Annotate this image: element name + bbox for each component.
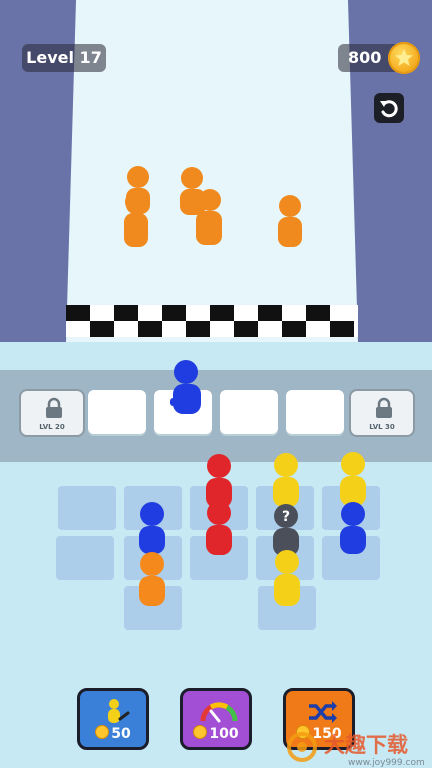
merge-slot[interactable] bbox=[286, 390, 344, 434]
locked-slot-right[interactable]: LVL 30 bbox=[349, 389, 415, 437]
grid-tile[interactable] bbox=[322, 486, 380, 530]
undo-icon bbox=[380, 100, 398, 118]
grid-tile[interactable] bbox=[256, 536, 314, 580]
finish-line bbox=[66, 305, 358, 337]
merge-slot[interactable] bbox=[220, 390, 278, 434]
coin-icon bbox=[193, 725, 208, 739]
add-unit-price: 50 bbox=[111, 726, 131, 742]
grid-tile[interactable] bbox=[190, 486, 248, 530]
undo-button[interactable] bbox=[374, 93, 404, 123]
lock-icon bbox=[46, 397, 62, 418]
grid-tile[interactable] bbox=[58, 486, 116, 530]
upgrade-price: 100 bbox=[209, 726, 239, 742]
coin-icon bbox=[388, 42, 420, 74]
grid-tile[interactable] bbox=[190, 536, 248, 580]
level-indicator: Level 17 bbox=[22, 44, 106, 72]
add-unit-button[interactable]: 50 bbox=[77, 688, 149, 750]
grid-tile[interactable] bbox=[258, 586, 316, 630]
merge-slot[interactable] bbox=[154, 390, 212, 434]
enemy-unit bbox=[278, 195, 302, 247]
grid-tile[interactable] bbox=[56, 536, 114, 580]
upgrade-button[interactable]: 100 bbox=[180, 688, 252, 750]
shuffle-icon bbox=[309, 701, 337, 723]
game-scene: Level 17 800 LVL 20 LVL 30 ? 50 100 150 … bbox=[0, 0, 432, 768]
watermark: 大趣下载 www.joy999.com bbox=[282, 727, 432, 768]
enemy-unit bbox=[124, 191, 148, 247]
add-unit-icon bbox=[108, 699, 130, 723]
watermark-logo: 大趣下载 www.joy999.com bbox=[287, 732, 425, 768]
enemy-unit bbox=[196, 189, 222, 245]
grid-tile[interactable] bbox=[256, 486, 314, 530]
lock-level-label: LVL 30 bbox=[369, 423, 395, 431]
coin-icon bbox=[95, 725, 110, 739]
grid-tile[interactable] bbox=[322, 536, 380, 580]
enemy-unit bbox=[180, 167, 206, 215]
lock-level-label: LVL 20 bbox=[39, 423, 65, 431]
watermark-url: www.joy999.com bbox=[348, 758, 425, 768]
locked-slot-left[interactable]: LVL 20 bbox=[19, 389, 85, 437]
merge-slot[interactable] bbox=[88, 390, 146, 434]
speedometer-icon bbox=[200, 702, 238, 723]
grid-tile[interactable] bbox=[124, 486, 182, 530]
lock-icon bbox=[376, 397, 392, 418]
grid-tile[interactable] bbox=[124, 536, 182, 580]
grid-tile[interactable] bbox=[124, 586, 182, 630]
game-background bbox=[0, 0, 432, 768]
watermark-text: 大趣下载 bbox=[324, 733, 408, 757]
